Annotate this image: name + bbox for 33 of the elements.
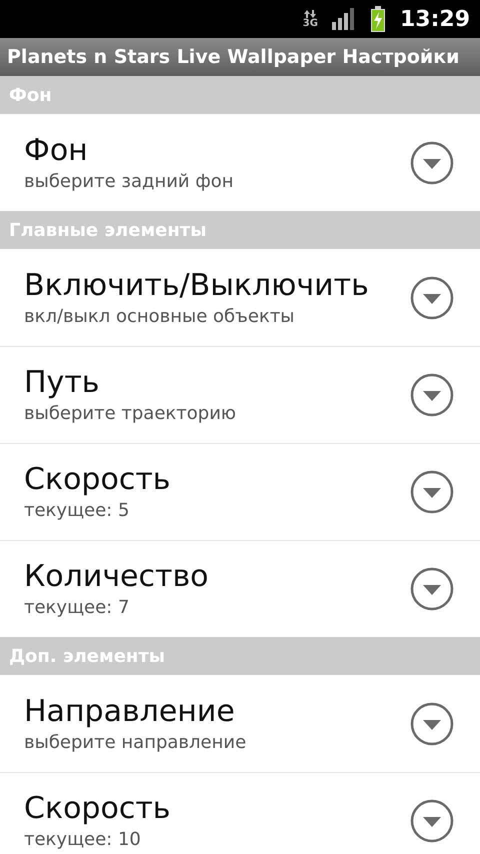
preference-summary: выберите задний фон [24,170,234,194]
preference-item[interactable]: Скорость текущее: 5 [0,443,480,540]
preference-title: Включить/Выключить [24,266,369,304]
preference-item[interactable]: Фон выберите задний фон [0,114,480,211]
dropdown-icon [410,140,454,184]
preference-summary: выберите направление [24,730,246,754]
preference-title: Количество [24,558,209,596]
dropdown-icon [410,373,454,417]
preference-item[interactable]: Включить/Выключить вкл/выкл основные объекты [0,249,480,346]
preference-item[interactable]: Направление выберите направление [0,675,480,772]
data-arrows-icon [304,10,316,18]
preference-title: Путь [24,364,100,402]
dropdown-icon [410,567,454,611]
preference-summary: текущее: 5 [24,499,130,523]
clock: 13:29 [400,6,470,32]
battery-charging-icon [370,6,386,32]
dropdown-icon [410,702,454,746]
window-title: Planets n Stars Live Wallpaper Настройки [7,46,460,68]
preference-item[interactable]: Путь выберите траекторию [0,346,480,443]
signal-icon [332,8,356,30]
dropdown-icon [410,470,454,514]
dropdown-icon [410,276,454,320]
preference-summary: выберите траекторию [24,402,236,426]
network-type: 3G [302,18,318,28]
dropdown-icon [410,799,454,843]
preference-title: Скорость [24,790,170,828]
preference-summary: текущее: 7 [24,596,130,620]
preference-summary: текущее: 10 [24,828,142,852]
preference-title: Скорость [24,461,170,499]
preference-title: Фон [24,132,89,170]
preference-item[interactable]: Скорость текущее: 10 [0,772,480,854]
preference-summary: вкл/выкл основные объекты [24,304,296,328]
preference-title: Направление [24,692,236,730]
